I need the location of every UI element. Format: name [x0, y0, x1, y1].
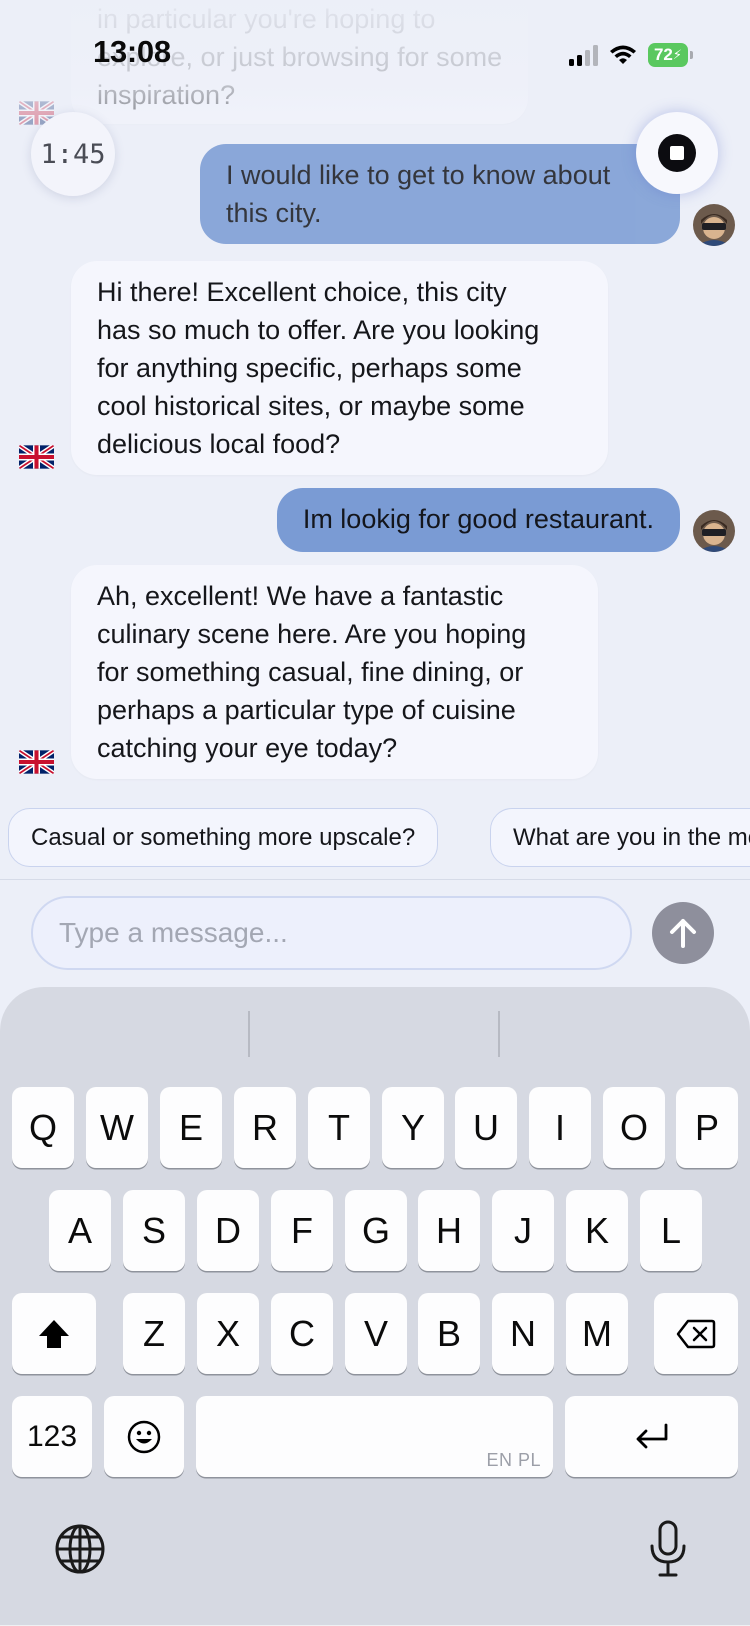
- key-e[interactable]: E: [160, 1087, 222, 1168]
- key-y[interactable]: Y: [382, 1087, 444, 1168]
- key-l[interactable]: L: [640, 1190, 702, 1271]
- user-avatar: [693, 204, 735, 246]
- globe-icon[interactable]: [54, 1523, 106, 1575]
- microphone-icon[interactable]: [648, 1520, 688, 1578]
- predictive-divider: [248, 1011, 250, 1057]
- shift-icon: [39, 1319, 69, 1348]
- key-w[interactable]: W: [86, 1087, 148, 1168]
- status-icons: 72 ⚡: [569, 40, 693, 70]
- key-g[interactable]: G: [345, 1190, 407, 1271]
- key-d[interactable]: D: [197, 1190, 259, 1271]
- key-x[interactable]: X: [197, 1293, 259, 1374]
- key-s[interactable]: S: [123, 1190, 185, 1271]
- key-v[interactable]: V: [345, 1293, 407, 1374]
- wifi-icon: [610, 45, 636, 64]
- send-button[interactable]: [652, 902, 714, 964]
- ai-message: Hi there! Excellent choice, this city ha…: [71, 261, 608, 475]
- key-j[interactable]: J: [492, 1190, 554, 1271]
- emoji-icon: [127, 1420, 161, 1453]
- backspace-icon: [676, 1319, 716, 1348]
- user-message: I would like to get to know about this c…: [200, 144, 680, 244]
- key-k[interactable]: K: [566, 1190, 628, 1271]
- user-avatar: [693, 510, 735, 552]
- key-c[interactable]: C: [271, 1293, 333, 1374]
- chat-thread: in particular you're hoping to explore, …: [0, 0, 750, 800]
- ai-message: Ah, excellent! We have a fantastic culin…: [71, 565, 598, 779]
- session-timer: 1:45: [31, 112, 115, 196]
- key-r[interactable]: R: [234, 1087, 296, 1168]
- status-time: 13:08: [93, 34, 171, 69]
- user-message: Im lookig for good restaurant.: [276, 488, 680, 552]
- uk-flag-icon: [19, 445, 54, 469]
- cellular-signal-icon: [569, 44, 598, 66]
- key-q[interactable]: Q: [12, 1087, 74, 1168]
- divider: [0, 879, 750, 880]
- arrow-up-icon: [670, 919, 696, 948]
- key-i[interactable]: I: [529, 1087, 591, 1168]
- return-key[interactable]: [565, 1396, 738, 1477]
- stop-icon: [658, 134, 696, 172]
- key-h[interactable]: H: [418, 1190, 480, 1271]
- message-input-field: [31, 896, 632, 970]
- key-t[interactable]: T: [308, 1087, 370, 1168]
- stop-button[interactable]: [636, 112, 718, 194]
- key-f[interactable]: F: [271, 1190, 333, 1271]
- return-icon: [636, 1423, 667, 1448]
- message-input[interactable]: [33, 898, 630, 968]
- delete-key[interactable]: [654, 1293, 738, 1374]
- numbers-key[interactable]: 123: [12, 1396, 92, 1477]
- space-key[interactable]: EN PL: [196, 1396, 553, 1477]
- key-o[interactable]: O: [603, 1087, 665, 1168]
- suggestion-chips: Casual or something more upscale? What a…: [0, 808, 750, 868]
- key-b[interactable]: B: [418, 1293, 480, 1374]
- key-p[interactable]: P: [676, 1087, 738, 1168]
- uk-flag-icon: [19, 750, 54, 774]
- key-n[interactable]: N: [492, 1293, 554, 1374]
- key-u[interactable]: U: [455, 1087, 517, 1168]
- key-a[interactable]: A: [49, 1190, 111, 1271]
- shift-key[interactable]: [12, 1293, 96, 1374]
- emoji-key[interactable]: [104, 1396, 184, 1477]
- keyboard: Q W E R T Y U I O P A S D F G H J K L Z …: [0, 987, 750, 1626]
- language-hint: EN PL: [486, 1450, 541, 1470]
- predictive-divider: [498, 1011, 500, 1057]
- suggestion-chip[interactable]: Casual or something more upscale?: [8, 808, 439, 867]
- suggestion-chip[interactable]: What are you in the mood for?: [490, 808, 750, 867]
- battery-icon: 72 ⚡: [648, 43, 693, 67]
- key-m[interactable]: M: [566, 1293, 628, 1374]
- key-z[interactable]: Z: [123, 1293, 185, 1374]
